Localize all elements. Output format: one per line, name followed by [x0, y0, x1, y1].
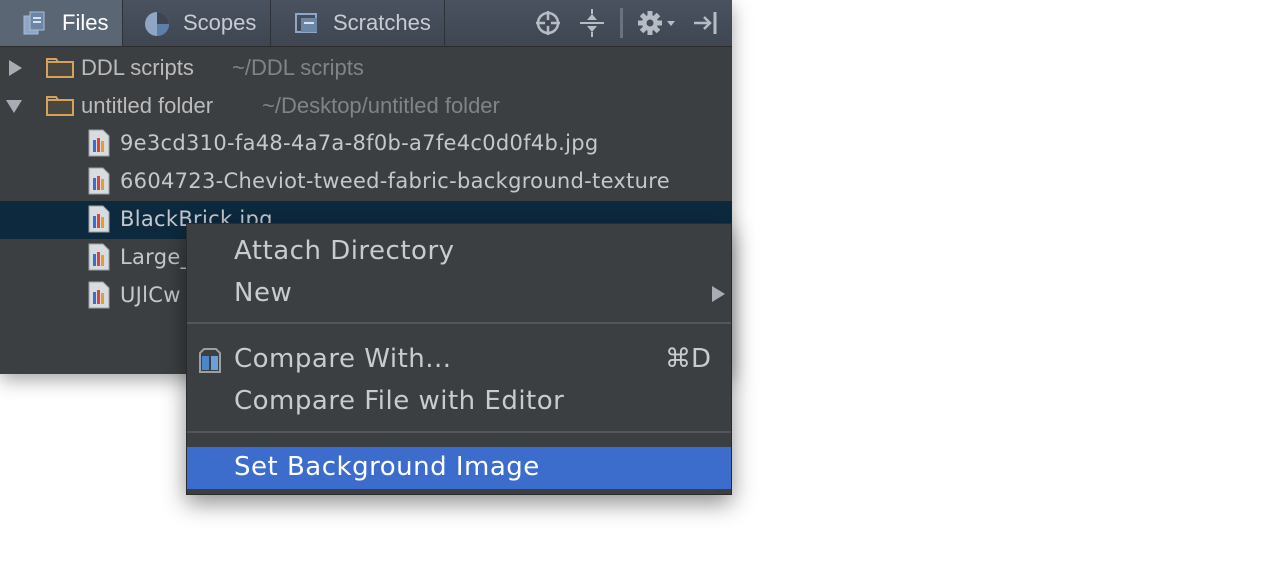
- folder-path: ~/Desktop/untitled folder: [262, 93, 500, 118]
- image-file-icon: [88, 243, 110, 271]
- folder-path: ~/DDL scripts: [232, 55, 364, 80]
- image-file-icon: [88, 205, 110, 233]
- file-name: UJlCw: [120, 283, 181, 307]
- menu-item-label: Compare With...: [234, 344, 452, 374]
- locate-icon[interactable]: [534, 9, 562, 37]
- menu-item-new[interactable]: New: [187, 273, 731, 315]
- folder-icon: [46, 96, 74, 116]
- menu-separator: [187, 322, 731, 324]
- folder-icon: [46, 58, 74, 78]
- menu-separator: [187, 431, 731, 433]
- submenu-arrow-icon: [712, 286, 725, 302]
- folder-name: untitled folder: [81, 93, 214, 118]
- expand-arrow-icon[interactable]: [9, 60, 22, 76]
- toolbar-divider: [620, 8, 623, 38]
- menu-item-label: Set Background Image: [234, 452, 540, 482]
- menu-item-shortcut: ⌘D: [664, 344, 711, 374]
- menu-item-label: Attach Directory: [234, 236, 455, 266]
- tab-files-label: Files: [62, 10, 109, 35]
- menu-item-label: New: [234, 278, 293, 308]
- tab-scopes-label: Scopes: [183, 10, 257, 35]
- folder-name: DDL scripts: [81, 55, 194, 80]
- files-icon: [22, 10, 48, 36]
- collapse-all-icon[interactable]: [578, 9, 606, 37]
- scratches-icon: [293, 10, 319, 36]
- collapse-arrow-icon[interactable]: [6, 100, 22, 113]
- menu-item-set-background-image[interactable]: Set Background Image: [187, 447, 731, 489]
- tab-scratches-label: Scratches: [333, 10, 431, 35]
- tree-folder-untitled[interactable]: untitled folder ~/Desktop/untitled folde…: [0, 87, 732, 125]
- compare-icon: [199, 348, 221, 373]
- hide-icon[interactable]: [692, 9, 720, 37]
- gear-icon[interactable]: [636, 9, 678, 37]
- file-name: Large_: [120, 245, 192, 269]
- tab-bar: Files Scopes Scratches: [0, 0, 732, 47]
- menu-item-compare-with[interactable]: Compare With... ⌘D: [187, 339, 731, 381]
- file-name: 6604723-Cheviot-tweed-fabric-background-…: [120, 169, 670, 193]
- tree-file-row[interactable]: 6604723-Cheviot-tweed-fabric-background-…: [0, 163, 732, 201]
- menu-item-label: Compare File with Editor: [234, 386, 565, 416]
- tree-file-row[interactable]: 9e3cd310-fa48-4a7a-8f0b-a7fe4c0d0f4b.jpg: [0, 125, 732, 163]
- menu-item-compare-file-with-editor[interactable]: Compare File with Editor: [187, 381, 731, 423]
- tab-scratches[interactable]: Scratches: [271, 0, 445, 46]
- image-file-icon: [88, 281, 110, 309]
- image-file-icon: [88, 129, 110, 157]
- image-file-icon: [88, 167, 110, 195]
- file-name: 9e3cd310-fa48-4a7a-8f0b-a7fe4c0d0f4b.jpg: [120, 131, 599, 155]
- scopes-icon: [143, 10, 169, 36]
- tab-scopes[interactable]: Scopes: [123, 0, 271, 46]
- context-menu: Attach Directory New Compare With... ⌘D …: [186, 223, 732, 495]
- tree-folder-ddl-scripts[interactable]: DDL scripts ~/DDL scripts: [0, 49, 732, 87]
- menu-item-attach-directory[interactable]: Attach Directory: [187, 231, 731, 273]
- tab-files[interactable]: Files: [0, 0, 123, 46]
